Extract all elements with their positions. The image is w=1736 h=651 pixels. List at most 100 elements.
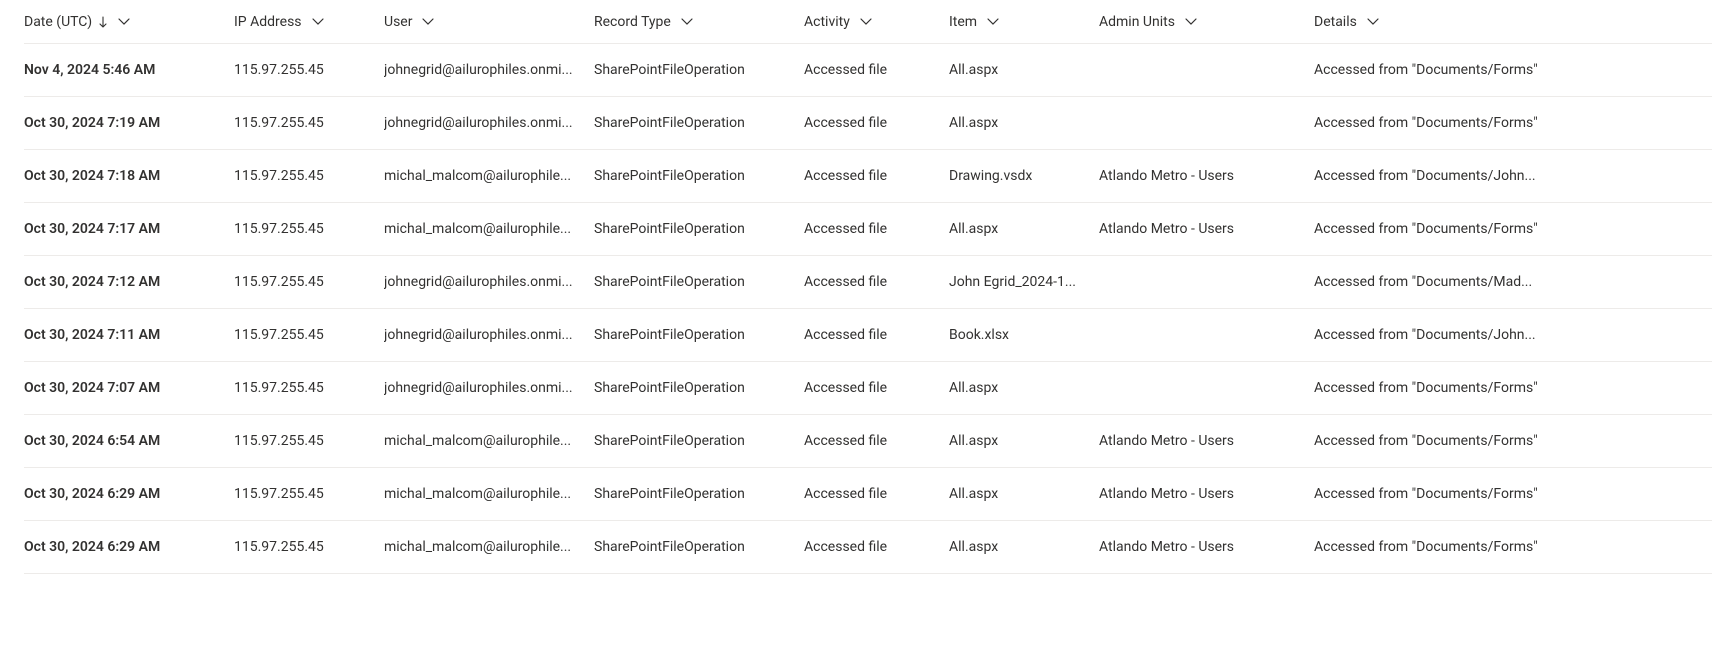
- cell-ip: 115.97.255.45: [234, 470, 384, 518]
- cell-record: SharePointFileOperation: [594, 152, 804, 200]
- cell-record: SharePointFileOperation: [594, 470, 804, 518]
- cell-record: SharePointFileOperation: [594, 311, 804, 359]
- column-header-admin-units[interactable]: Admin Units: [1099, 4, 1314, 40]
- table-row[interactable]: Oct 30, 2024 7:17 AM115.97.255.45michal_…: [24, 203, 1712, 256]
- table-row[interactable]: Oct 30, 2024 7:19 AM115.97.255.45johnegr…: [24, 97, 1712, 150]
- cell-item: All.aspx: [949, 470, 1099, 518]
- cell-item: All.aspx: [949, 523, 1099, 571]
- cell-record: SharePointFileOperation: [594, 258, 804, 306]
- cell-date: Oct 30, 2024 7:19 AM: [24, 99, 234, 147]
- cell-activity: Accessed file: [804, 523, 949, 571]
- cell-activity: Accessed file: [804, 258, 949, 306]
- cell-date: Oct 30, 2024 6:29 AM: [24, 523, 234, 571]
- cell-activity: Accessed file: [804, 364, 949, 412]
- chevron-down-icon: [860, 18, 872, 26]
- sort-desc-icon: [98, 16, 108, 28]
- cell-ip: 115.97.255.45: [234, 311, 384, 359]
- cell-user: johnegrid@ailurophiles.onmi...: [384, 99, 594, 147]
- cell-adminUnits: Atlando Metro - Users: [1099, 152, 1314, 200]
- cell-date: Oct 30, 2024 7:17 AM: [24, 205, 234, 253]
- cell-adminUnits: Atlando Metro - Users: [1099, 523, 1314, 571]
- audit-log-table: Date (UTC) IP Address User Record Type: [0, 0, 1736, 574]
- cell-details: Accessed from "Documents/Forms": [1314, 46, 1712, 94]
- cell-ip: 115.97.255.45: [234, 99, 384, 147]
- cell-date: Oct 30, 2024 7:18 AM: [24, 152, 234, 200]
- cell-item: All.aspx: [949, 364, 1099, 412]
- table-row[interactable]: Oct 30, 2024 7:11 AM115.97.255.45johnegr…: [24, 309, 1712, 362]
- cell-details: Accessed from "Documents/John...: [1314, 311, 1712, 359]
- column-header-label: User: [384, 14, 412, 30]
- chevron-down-icon: [1367, 18, 1379, 26]
- cell-item: All.aspx: [949, 46, 1099, 94]
- chevron-down-icon: [422, 18, 434, 26]
- cell-details: Accessed from "Documents/Forms": [1314, 364, 1712, 412]
- table-row[interactable]: Oct 30, 2024 7:12 AM115.97.255.45johnegr…: [24, 256, 1712, 309]
- cell-ip: 115.97.255.45: [234, 364, 384, 412]
- cell-item: Book.xlsx: [949, 311, 1099, 359]
- cell-activity: Accessed file: [804, 470, 949, 518]
- cell-user: michal_malcom@ailurophile...: [384, 152, 594, 200]
- column-header-item[interactable]: Item: [949, 4, 1099, 40]
- cell-details: Accessed from "Documents/Forms": [1314, 523, 1712, 571]
- cell-ip: 115.97.255.45: [234, 46, 384, 94]
- cell-details: Accessed from "Documents/Forms": [1314, 417, 1712, 465]
- cell-item: John Egrid_2024-1...: [949, 258, 1099, 306]
- cell-activity: Accessed file: [804, 311, 949, 359]
- column-header-details[interactable]: Details: [1314, 4, 1712, 40]
- table-row[interactable]: Oct 30, 2024 7:07 AM115.97.255.45johnegr…: [24, 362, 1712, 415]
- column-header-ip[interactable]: IP Address: [234, 4, 384, 40]
- column-header-label: Activity: [804, 14, 850, 30]
- cell-adminUnits: Atlando Metro - Users: [1099, 470, 1314, 518]
- cell-details: Accessed from "Documents/Mad...: [1314, 258, 1712, 306]
- cell-item: All.aspx: [949, 99, 1099, 147]
- cell-details: Accessed from "Documents/Forms": [1314, 470, 1712, 518]
- cell-adminUnits: [1099, 266, 1314, 298]
- column-header-record-type[interactable]: Record Type: [594, 4, 804, 40]
- cell-user: johnegrid@ailurophiles.onmi...: [384, 364, 594, 412]
- column-header-label: Admin Units: [1099, 14, 1175, 30]
- cell-activity: Accessed file: [804, 99, 949, 147]
- table-row[interactable]: Nov 4, 2024 5:46 AM115.97.255.45johnegri…: [24, 44, 1712, 97]
- cell-activity: Accessed file: [804, 46, 949, 94]
- cell-details: Accessed from "Documents/Forms": [1314, 205, 1712, 253]
- cell-ip: 115.97.255.45: [234, 258, 384, 306]
- chevron-down-icon: [118, 18, 130, 26]
- chevron-down-icon: [1185, 18, 1197, 26]
- cell-adminUnits: Atlando Metro - Users: [1099, 205, 1314, 253]
- column-header-user[interactable]: User: [384, 4, 594, 40]
- cell-record: SharePointFileOperation: [594, 417, 804, 465]
- chevron-down-icon: [312, 18, 324, 26]
- cell-user: michal_malcom@ailurophile...: [384, 470, 594, 518]
- cell-item: Drawing.vsdx: [949, 152, 1099, 200]
- cell-item: All.aspx: [949, 417, 1099, 465]
- table-row[interactable]: Oct 30, 2024 6:29 AM115.97.255.45michal_…: [24, 521, 1712, 574]
- cell-activity: Accessed file: [804, 417, 949, 465]
- table-header-row: Date (UTC) IP Address User Record Type: [24, 0, 1712, 44]
- cell-record: SharePointFileOperation: [594, 46, 804, 94]
- column-header-label: Item: [949, 14, 977, 30]
- column-header-activity[interactable]: Activity: [804, 4, 949, 40]
- cell-adminUnits: [1099, 319, 1314, 351]
- cell-record: SharePointFileOperation: [594, 523, 804, 571]
- table-row[interactable]: Oct 30, 2024 6:54 AM115.97.255.45michal_…: [24, 415, 1712, 468]
- cell-details: Accessed from "Documents/Forms": [1314, 99, 1712, 147]
- cell-user: michal_malcom@ailurophile...: [384, 205, 594, 253]
- cell-user: johnegrid@ailurophiles.onmi...: [384, 46, 594, 94]
- cell-date: Nov 4, 2024 5:46 AM: [24, 46, 234, 94]
- column-header-date[interactable]: Date (UTC): [24, 4, 234, 40]
- cell-adminUnits: [1099, 54, 1314, 86]
- cell-record: SharePointFileOperation: [594, 99, 804, 147]
- chevron-down-icon: [987, 18, 999, 26]
- table-row[interactable]: Oct 30, 2024 7:18 AM115.97.255.45michal_…: [24, 150, 1712, 203]
- cell-date: Oct 30, 2024 7:07 AM: [24, 364, 234, 412]
- cell-item: All.aspx: [949, 205, 1099, 253]
- cell-record: SharePointFileOperation: [594, 205, 804, 253]
- cell-activity: Accessed file: [804, 205, 949, 253]
- cell-details: Accessed from "Documents/John...: [1314, 152, 1712, 200]
- cell-date: Oct 30, 2024 6:29 AM: [24, 470, 234, 518]
- table-row[interactable]: Oct 30, 2024 6:29 AM115.97.255.45michal_…: [24, 468, 1712, 521]
- cell-user: johnegrid@ailurophiles.onmi...: [384, 258, 594, 306]
- column-header-label: Details: [1314, 14, 1357, 30]
- cell-ip: 115.97.255.45: [234, 152, 384, 200]
- chevron-down-icon: [681, 18, 693, 26]
